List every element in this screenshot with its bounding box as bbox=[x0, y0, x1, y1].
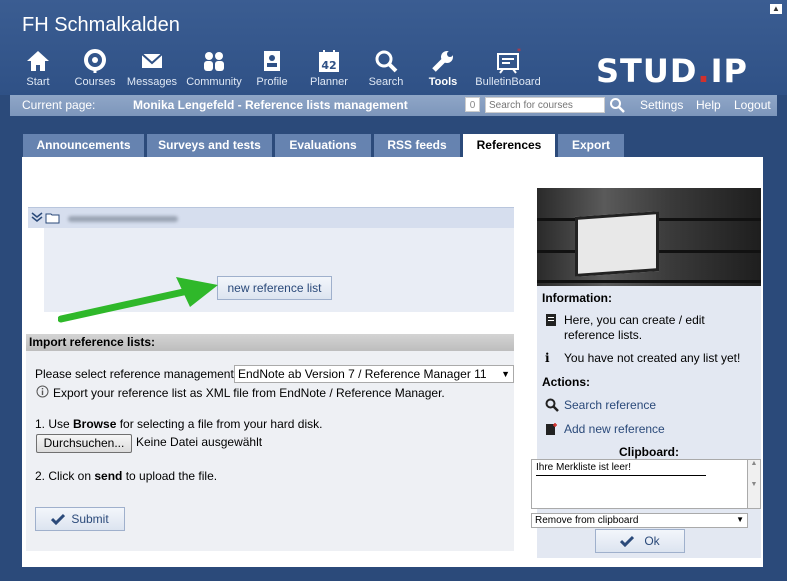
step2-text: 2. Click on send to upload the file. bbox=[35, 469, 218, 483]
no-file-text: Keine Datei ausgewählt bbox=[136, 435, 263, 449]
mail-icon bbox=[141, 53, 163, 68]
checkmark-icon bbox=[51, 513, 66, 526]
chevron-down-icon[interactable] bbox=[30, 210, 44, 224]
reference-folder-row[interactable] bbox=[28, 207, 514, 228]
nav-messages[interactable]: Messages bbox=[124, 48, 180, 88]
new-reference-list-button[interactable]: new reference list bbox=[217, 276, 332, 300]
info-item-no-list: i You have not created any list yet! bbox=[545, 351, 741, 365]
profile-icon bbox=[264, 51, 280, 71]
tab-evaluations[interactable]: Evaluations bbox=[275, 134, 371, 157]
step1-text: 1. Use Browse for selecting a file from … bbox=[35, 417, 323, 431]
notification-count[interactable]: 0 bbox=[465, 97, 480, 112]
import-section: Please select reference management: EndN… bbox=[26, 351, 514, 551]
tab-export[interactable]: Export bbox=[558, 134, 624, 157]
info-item-create-edit: Here, you can create / edit reference li… bbox=[545, 313, 705, 342]
folder-icon bbox=[45, 213, 60, 224]
tab-references[interactable]: References bbox=[463, 134, 555, 158]
library-image bbox=[537, 188, 761, 286]
tab-rss-feeds[interactable]: RSS feeds bbox=[374, 134, 460, 157]
chevron-down-icon: ▼ bbox=[501, 369, 510, 379]
studip-logo: STUD.IP bbox=[596, 52, 748, 90]
nav-messages-label: Messages bbox=[126, 76, 178, 88]
nav-courses-label: Courses bbox=[74, 76, 116, 88]
export-hint: Export your reference list as XML file f… bbox=[53, 386, 445, 400]
community-icon bbox=[204, 52, 224, 71]
settings-link[interactable]: Settings bbox=[640, 98, 683, 112]
select-label: Please select reference management: bbox=[35, 367, 238, 381]
main-panel: new reference list Import reference list… bbox=[22, 157, 763, 567]
reference-manager-select-value: EndNote ab Version 7 / Reference Manager… bbox=[238, 367, 487, 381]
clipboard-scrollbar[interactable]: ▲ ▼ bbox=[748, 459, 761, 509]
nav-search[interactable]: Search bbox=[366, 48, 406, 88]
site-brand: FH Schmalkalden bbox=[22, 14, 180, 36]
nav-start[interactable]: Start bbox=[18, 48, 58, 88]
action-search-reference[interactable]: Search reference bbox=[545, 398, 656, 415]
nav-courses[interactable]: Courses bbox=[72, 48, 118, 88]
add-document-icon bbox=[546, 423, 557, 435]
information-heading: Information: bbox=[542, 291, 612, 305]
reference-manager-select[interactable]: EndNote ab Version 7 / Reference Manager… bbox=[234, 365, 514, 383]
nav-profile-label: Profile bbox=[256, 76, 288, 88]
tab-surveys-and-tests[interactable]: Surveys and tests bbox=[147, 134, 272, 157]
clipboard-action-value: Remove from clipboard bbox=[535, 515, 639, 526]
nav-tools[interactable]: Tools bbox=[423, 48, 463, 88]
svg-text:*: * bbox=[517, 48, 521, 56]
svg-text:42: 42 bbox=[321, 59, 336, 72]
logout-link[interactable]: Logout bbox=[734, 98, 771, 112]
current-page-value: Monika Lengefeld - Reference lists manag… bbox=[133, 98, 408, 112]
ok-button[interactable]: Ok bbox=[595, 529, 685, 553]
blurred-list-name bbox=[68, 216, 178, 222]
clipboard-empty-text: Ihre Merkliste ist leer! bbox=[536, 462, 632, 473]
status-bar: Current page: Monika Lengefeld - Referen… bbox=[10, 95, 777, 116]
clipboard-list[interactable]: Ihre Merkliste ist leer! bbox=[531, 459, 748, 509]
arrow-annotation-icon bbox=[58, 277, 218, 323]
current-page-label: Current page: bbox=[22, 98, 96, 112]
nav-community-label: Community bbox=[186, 76, 242, 88]
nav-tools-label: Tools bbox=[428, 76, 458, 88]
nav-community[interactable]: Community bbox=[184, 48, 244, 88]
import-section-header: Import reference lists: bbox=[26, 334, 514, 351]
courses-icon bbox=[84, 49, 106, 73]
clipboard-action-select[interactable]: Remove from clipboard ▼ bbox=[531, 513, 748, 528]
course-search-input[interactable] bbox=[485, 97, 605, 113]
search-icon bbox=[375, 50, 398, 73]
checkmark-icon bbox=[620, 535, 635, 548]
top-header: FH Schmalkalden ▲ Start Courses Messages bbox=[0, 0, 787, 95]
actions-heading: Actions: bbox=[542, 375, 590, 389]
nav-search-label: Search bbox=[368, 76, 404, 88]
search-icon bbox=[545, 398, 559, 412]
wrench-icon bbox=[432, 51, 453, 72]
info-icon bbox=[36, 385, 49, 398]
home-icon bbox=[27, 51, 49, 71]
nav-bulletinboard[interactable]: * BulletinBoard bbox=[470, 48, 546, 88]
calendar-icon: 42 bbox=[319, 50, 339, 72]
nav-bulletinboard-label: BulletinBoard bbox=[475, 76, 541, 88]
document-icon bbox=[546, 314, 556, 326]
info-icon: i bbox=[545, 351, 550, 365]
scroll-up-arrow[interactable]: ▲ bbox=[770, 4, 782, 14]
submit-button[interactable]: Submit bbox=[35, 507, 125, 531]
bulletin-icon: * bbox=[497, 48, 521, 74]
browse-button[interactable]: Durchsuchen... bbox=[36, 434, 132, 453]
nav-start-label: Start bbox=[26, 76, 50, 88]
tab-announcements[interactable]: Announcements bbox=[23, 134, 144, 157]
search-icon[interactable] bbox=[609, 97, 625, 113]
nav-planner[interactable]: 42 Planner bbox=[306, 48, 352, 88]
action-add-reference[interactable]: Add new reference bbox=[545, 422, 665, 439]
nav-planner-label: Planner bbox=[310, 76, 348, 88]
clipboard-heading: Clipboard: bbox=[619, 445, 679, 459]
help-link[interactable]: Help bbox=[696, 98, 721, 112]
nav-profile[interactable]: Profile bbox=[252, 48, 292, 88]
chevron-down-icon: ▼ bbox=[736, 515, 744, 524]
